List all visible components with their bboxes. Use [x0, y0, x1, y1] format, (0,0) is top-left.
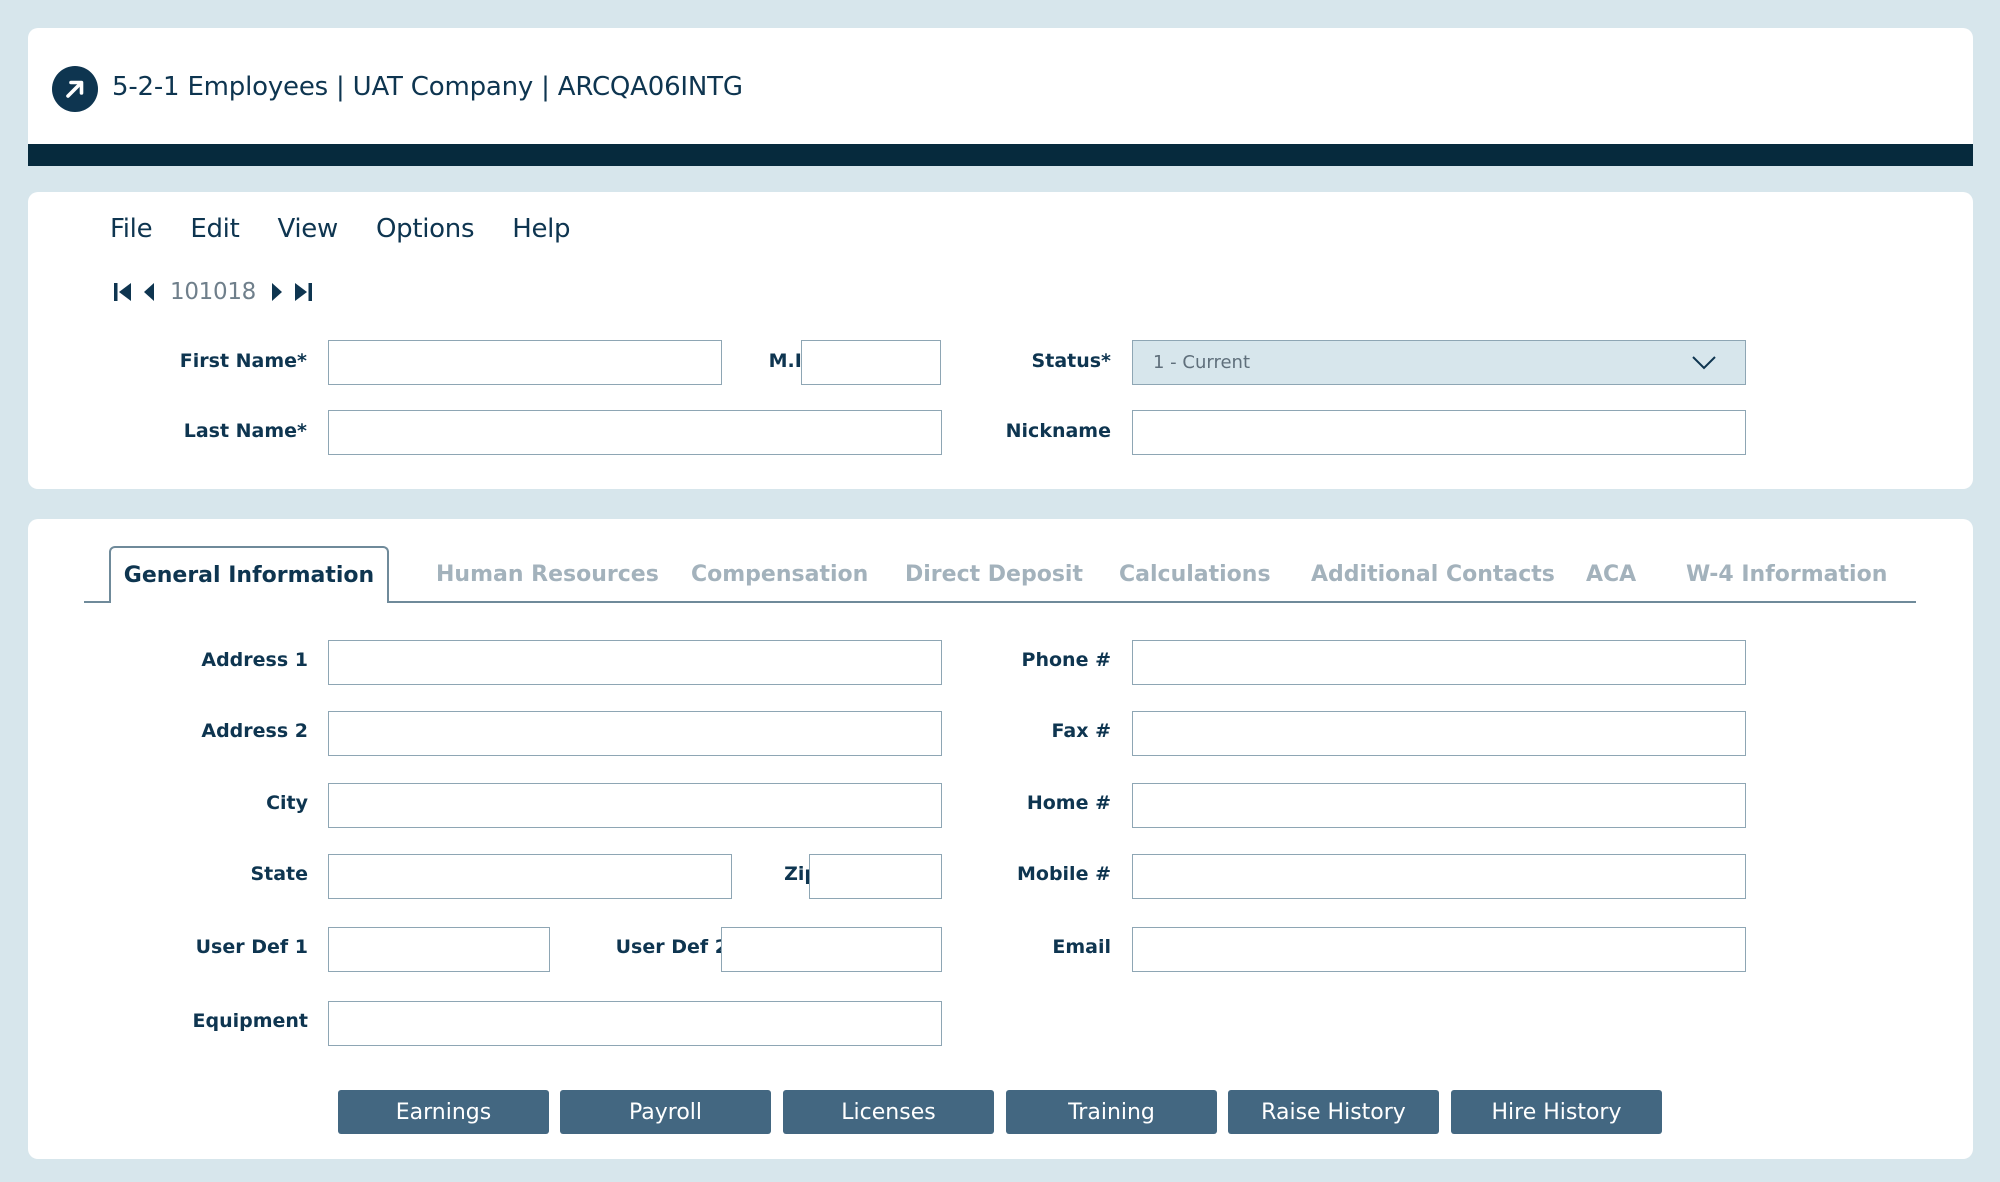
menu-view[interactable]: View: [277, 214, 338, 244]
last-record-icon[interactable]: [290, 278, 316, 306]
payroll-button[interactable]: Payroll: [560, 1090, 771, 1134]
mi-input[interactable]: [801, 340, 941, 385]
equipment-label: Equipment: [192, 1010, 308, 1032]
fax-input[interactable]: [1132, 711, 1746, 756]
record-navigator: 101018: [110, 278, 316, 306]
next-record-icon[interactable]: [264, 278, 290, 306]
tab-human-resources[interactable]: Human Resources: [436, 562, 659, 587]
main-panel: General Information Human Resources Comp…: [28, 519, 1973, 1159]
previous-record-icon[interactable]: [136, 278, 162, 306]
header-panel: File Edit View Options Help 101018 First…: [28, 192, 1973, 489]
email-input[interactable]: [1132, 927, 1746, 972]
user-def1-label: User Def 1: [195, 936, 308, 958]
nickname-label: Nickname: [1005, 420, 1111, 442]
window-title: 5-2-1 Employees | UAT Company | ARCQA06I…: [112, 72, 743, 102]
licenses-button[interactable]: Licenses: [783, 1090, 994, 1134]
city-label: City: [266, 792, 308, 814]
earnings-button[interactable]: Earnings: [338, 1090, 549, 1134]
active-tab-gap: [111, 599, 387, 605]
menu-options[interactable]: Options: [376, 214, 475, 244]
equipment-input[interactable]: [328, 1001, 942, 1046]
hire-history-button[interactable]: Hire History: [1451, 1090, 1662, 1134]
arrow-up-right-icon[interactable]: [52, 66, 98, 112]
address1-input[interactable]: [328, 640, 942, 685]
home-phone-label: Home #: [1026, 792, 1111, 814]
user-def1-input[interactable]: [328, 927, 550, 972]
phone-label: Phone #: [1021, 649, 1111, 671]
state-input[interactable]: [328, 854, 732, 899]
tab-aca[interactable]: ACA: [1586, 562, 1636, 587]
state-label: State: [250, 863, 308, 885]
last-name-label: Last Name*: [183, 420, 307, 442]
tab-additional-contacts[interactable]: Additional Contacts: [1311, 562, 1555, 587]
home-phone-input[interactable]: [1132, 783, 1746, 828]
last-name-input[interactable]: [328, 410, 942, 455]
status-label: Status*: [1031, 350, 1111, 372]
city-input[interactable]: [328, 783, 942, 828]
title-divider-bar: [28, 144, 1973, 166]
email-label: Email: [1052, 936, 1111, 958]
tab-direct-deposit[interactable]: Direct Deposit: [905, 562, 1083, 587]
mobile-label: Mobile #: [1016, 863, 1111, 885]
phone-input[interactable]: [1132, 640, 1746, 685]
tab-compensation[interactable]: Compensation: [691, 562, 868, 587]
user-def2-label: User Def 2: [615, 936, 728, 958]
status-selected-value: 1 - Current: [1153, 352, 1250, 373]
mobile-input[interactable]: [1132, 854, 1746, 899]
first-record-icon[interactable]: [110, 278, 136, 306]
chevron-down-icon: [1691, 353, 1717, 375]
tab-w4-information[interactable]: W-4 Information: [1686, 562, 1887, 587]
title-panel: 5-2-1 Employees | UAT Company | ARCQA06I…: [28, 28, 1973, 166]
address2-label: Address 2: [201, 720, 308, 742]
menu-help[interactable]: Help: [512, 214, 570, 244]
address2-input[interactable]: [328, 711, 942, 756]
tab-calculations[interactable]: Calculations: [1119, 562, 1271, 587]
training-button[interactable]: Training: [1006, 1090, 1217, 1134]
menu-edit[interactable]: Edit: [190, 214, 239, 244]
nickname-input[interactable]: [1132, 410, 1746, 455]
address1-label: Address 1: [201, 649, 308, 671]
raise-history-button[interactable]: Raise History: [1228, 1090, 1439, 1134]
menu-file[interactable]: File: [110, 214, 153, 244]
first-name-label: First Name*: [179, 350, 307, 372]
user-def2-input[interactable]: [721, 927, 942, 972]
tab-general-information[interactable]: General Information: [109, 546, 389, 603]
record-number: 101018: [170, 279, 256, 305]
zip-input[interactable]: [809, 854, 942, 899]
first-name-input[interactable]: [328, 340, 722, 385]
fax-label: Fax #: [1051, 720, 1111, 742]
status-select[interactable]: 1 - Current: [1132, 340, 1746, 385]
menu-bar: File Edit View Options Help: [110, 214, 608, 244]
